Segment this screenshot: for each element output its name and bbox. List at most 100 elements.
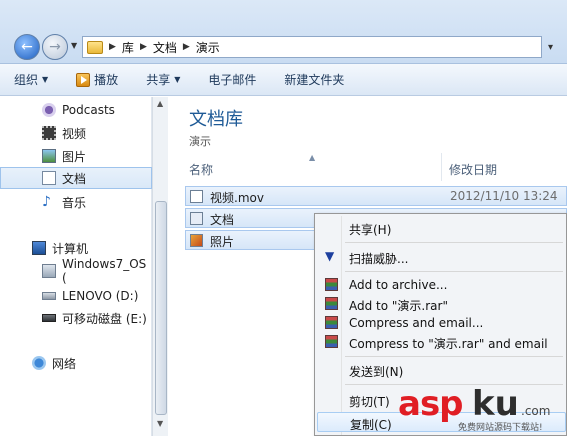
forward-arrow-icon: → — [49, 39, 61, 55]
title-bar: ← → ▼ ▶ 库 ▶ 文档 ▶ 演示 ▾ — [0, 0, 567, 64]
breadcrumb-documents[interactable]: 文档 — [153, 39, 177, 56]
image-file-icon — [190, 234, 203, 247]
nav-item-documents[interactable]: 文档 — [0, 167, 152, 189]
address-dropdown-icon[interactable]: ▾ — [548, 42, 553, 53]
chevron-right-icon[interactable]: ▶ — [140, 42, 147, 52]
menu-label: Add to archive... — [349, 278, 448, 292]
watermark-domain: .com — [521, 404, 551, 418]
nav-label: 视频 — [62, 126, 87, 141]
new-folder-button[interactable]: 新建文件夹 — [270, 64, 358, 95]
menu-item-add-archive[interactable]: Add to archive... — [317, 275, 566, 295]
folder-icon — [87, 40, 103, 54]
organize-label: 组织 — [14, 73, 39, 87]
play-label: 播放 — [94, 73, 119, 87]
sort-ascending-icon: ▲ — [309, 153, 316, 162]
watermark-brand-dark: ku — [472, 384, 519, 424]
menu-item-compress-rar-email[interactable]: Compress to "演示.rar" and email — [317, 332, 566, 352]
menu-item-share[interactable]: 共享(H) — [317, 218, 566, 238]
navigation-pane: Podcasts 视频 图片 文档 ♪ 音乐 计算机 Windows7_OS (… — [0, 97, 152, 436]
back-button[interactable]: ← — [14, 34, 40, 60]
menu-item-compress-email[interactable]: Compress and email... — [317, 313, 566, 333]
nav-item-drive-c[interactable]: Windows7_OS ( — [0, 257, 152, 285]
breadcrumb-demo[interactable]: 演示 — [196, 39, 220, 56]
navigation-scrollbar[interactable]: ▲ ▼ — [152, 97, 168, 436]
system-drive-icon — [42, 264, 56, 278]
picture-icon — [42, 149, 56, 163]
share-label: 共享 — [146, 73, 171, 87]
column-name[interactable]: 名称 — [189, 161, 213, 178]
nav-item-music[interactable]: ♪ 音乐 — [0, 191, 152, 213]
scroll-down-icon[interactable]: ▼ — [157, 419, 163, 428]
watermark-tagline: 免费网站源码下载站! — [458, 423, 543, 433]
back-arrow-icon: ← — [21, 39, 33, 55]
menu-label: Compress to "演示.rar" and email — [349, 337, 548, 351]
winrar-icon — [325, 335, 338, 348]
nav-label: 文档 — [62, 171, 87, 186]
chevron-down-icon: ▼ — [174, 75, 181, 84]
podcast-icon — [42, 103, 56, 117]
new-folder-label: 新建文件夹 — [284, 73, 345, 87]
site-watermark: asp ku .com 免费网站源码下载站! — [394, 384, 567, 436]
menu-item-add-rar[interactable]: Add to "演示.rar" — [317, 294, 566, 314]
nav-item-podcasts[interactable]: Podcasts — [0, 99, 152, 121]
file-name: 文档 — [210, 213, 235, 227]
word-document-icon — [190, 212, 203, 225]
column-header: ▲ 名称 修改日期 — [169, 153, 567, 181]
nav-label: Windows7_OS ( — [62, 257, 147, 285]
command-bar: 组织 ▼ 播放 共享 ▼ 电子邮件 新建文件夹 — [0, 64, 567, 96]
email-label: 电子邮件 — [208, 73, 257, 87]
network-icon — [32, 356, 46, 370]
email-button[interactable]: 电子邮件 — [194, 64, 270, 95]
file-date: 2012/11/10 13:24 — [450, 189, 558, 203]
menu-separator — [345, 242, 563, 243]
column-divider[interactable] — [441, 153, 442, 181]
menu-label: 剪切(T) — [349, 395, 390, 409]
video-file-icon — [190, 190, 203, 203]
scrollbar-thumb[interactable] — [155, 201, 167, 415]
nav-label: LENOVO (D:) — [62, 289, 139, 303]
winrar-icon — [325, 278, 338, 291]
menu-label: 复制(C) — [350, 418, 392, 432]
nav-item-drive-d[interactable]: LENOVO (D:) — [0, 285, 152, 307]
forward-button[interactable]: → — [42, 34, 68, 60]
menu-item-send-to[interactable]: 发送到(N) — [317, 360, 566, 380]
winrar-icon — [325, 297, 338, 310]
table-row[interactable]: 视频.mov 2012/11/10 13:24 — [185, 186, 567, 206]
menu-label: Add to "演示.rar" — [349, 299, 448, 313]
play-button[interactable]: 播放 — [62, 64, 132, 95]
scroll-up-icon[interactable]: ▲ — [157, 99, 163, 108]
menu-label: 共享(H) — [349, 223, 392, 237]
address-bar[interactable]: ▶ 库 ▶ 文档 ▶ 演示 — [82, 36, 542, 58]
library-subtitle: 演示 — [189, 135, 211, 148]
menu-label: Compress and email... — [349, 316, 484, 330]
recent-pages-dropdown-icon[interactable]: ▼ — [71, 41, 77, 50]
nav-item-drive-e[interactable]: 可移动磁盘 (E:) — [0, 307, 152, 329]
breadcrumb-libraries[interactable]: 库 — [122, 39, 134, 56]
file-name: 视频.mov — [210, 191, 264, 205]
nav-item-computer[interactable]: 计算机 — [0, 237, 152, 259]
column-date-modified[interactable]: 修改日期 — [449, 161, 497, 178]
nav-label: 计算机 — [52, 241, 89, 256]
document-icon — [42, 171, 56, 185]
nav-item-network[interactable]: 网络 — [0, 352, 152, 374]
removable-drive-icon — [42, 314, 56, 322]
menu-label: 发送到(N) — [349, 365, 404, 379]
winrar-icon — [325, 316, 338, 329]
organize-button[interactable]: 组织 ▼ — [0, 64, 62, 95]
chevron-right-icon[interactable]: ▶ — [109, 42, 116, 52]
library-title: 文档库 — [189, 109, 243, 130]
chevron-right-icon[interactable]: ▶ — [183, 42, 190, 52]
play-icon — [76, 72, 91, 87]
video-icon — [42, 126, 56, 140]
shield-icon: ▼ — [325, 249, 335, 263]
menu-separator — [345, 271, 563, 272]
share-button[interactable]: 共享 ▼ — [132, 64, 194, 95]
music-note-icon: ♪ — [42, 194, 51, 210]
nav-item-pictures[interactable]: 图片 — [0, 145, 152, 167]
menu-item-scan[interactable]: ▼ 扫描威胁... — [317, 247, 566, 267]
drive-icon — [42, 292, 56, 300]
nav-label: Podcasts — [62, 103, 115, 117]
menu-label: 扫描威胁... — [349, 252, 409, 266]
nav-label: 图片 — [62, 149, 87, 164]
nav-item-videos[interactable]: 视频 — [0, 122, 152, 144]
